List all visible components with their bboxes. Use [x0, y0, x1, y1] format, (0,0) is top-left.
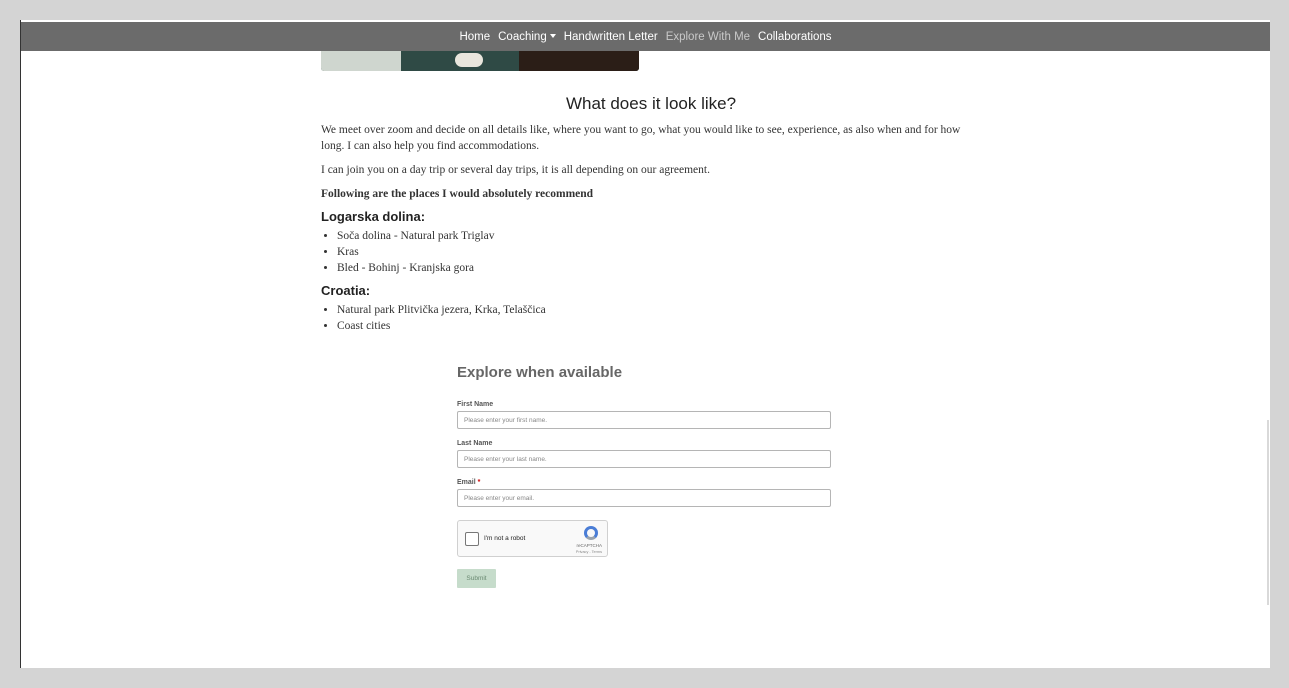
first-name-placeholder: Please enter your first name. — [464, 416, 548, 424]
hero-image — [321, 51, 639, 71]
nav-coaching-label: Coaching — [498, 30, 547, 43]
last-name-label: Last Name — [457, 440, 493, 447]
hero-image-shadow — [519, 51, 639, 71]
required-mark: * — [477, 479, 481, 486]
form-title: Explore when available — [457, 364, 623, 381]
logarska-list: Soča dolina - Natural park Triglav Kras … — [321, 228, 981, 276]
top-navbar: Home Coaching Handwritten Letter Explore… — [21, 22, 1270, 51]
trip-paragraph: I can join you on a day trip or several … — [321, 164, 710, 176]
last-name-input[interactable]: Please enter your last name. — [457, 450, 831, 468]
intro-paragraph: We meet over zoom and decide on all deta… — [321, 124, 961, 152]
email-label: Email * — [457, 479, 831, 486]
section-title-logarska: Logarska dolina: — [321, 209, 426, 224]
nav-collaborations[interactable]: Collaborations — [758, 31, 832, 43]
section-title-croatia: Croatia: — [321, 283, 371, 298]
main-content: What does it look like? We meet over zoo… — [321, 94, 981, 334]
browser-viewport: Home Coaching Handwritten Letter Explore… — [20, 20, 1270, 668]
nav-coaching[interactable]: Coaching — [498, 31, 556, 43]
last-name-placeholder: Please enter your last name. — [464, 455, 547, 463]
list-item: Natural park Plitvička jezera, Krka, Tel… — [337, 302, 981, 318]
email-label-text: Email — [457, 479, 476, 486]
list-item: Kras — [337, 244, 981, 260]
submit-button[interactable]: Submit — [457, 569, 496, 588]
recaptcha-checkbox[interactable] — [465, 532, 479, 546]
hero-image-leaf — [321, 51, 401, 71]
recaptcha-brand: reCAPTCHA — [576, 543, 602, 548]
recaptcha-label: I'm not a robot — [484, 535, 526, 542]
nav-home[interactable]: Home — [459, 31, 490, 43]
first-name-input[interactable]: Please enter your first name. — [457, 411, 831, 429]
first-name-label: First Name — [457, 401, 494, 408]
recaptcha-widget: I'm not a robot reCAPTCHA Privacy - Term… — [457, 520, 608, 557]
list-item: Bled - Bohinj - Kranjska gora — [337, 260, 981, 276]
signup-form: Explore when available First Name Please… — [457, 364, 837, 588]
list-item: Soča dolina - Natural park Triglav — [337, 228, 981, 244]
croatia-list: Natural park Plitvička jezera, Krka, Tel… — [321, 302, 981, 334]
email-placeholder: Please enter your email. — [464, 494, 535, 502]
nav-handwritten-letter[interactable]: Handwritten Letter — [564, 31, 658, 43]
caret-down-icon — [549, 33, 556, 38]
recommend-note: Following are the places I would absolut… — [321, 188, 594, 200]
email-input[interactable]: Please enter your email. — [457, 489, 831, 507]
list-item: Coast cities — [337, 318, 981, 334]
nav-explore-with-me[interactable]: Explore With Me — [666, 31, 750, 43]
scrollbar[interactable] — [1267, 420, 1269, 605]
recaptcha-logo-icon — [584, 526, 598, 540]
page-heading: What does it look like? — [565, 94, 737, 113]
recaptcha-terms-link[interactable]: Privacy - Terms — [576, 550, 602, 554]
hero-image-cup — [455, 53, 483, 67]
